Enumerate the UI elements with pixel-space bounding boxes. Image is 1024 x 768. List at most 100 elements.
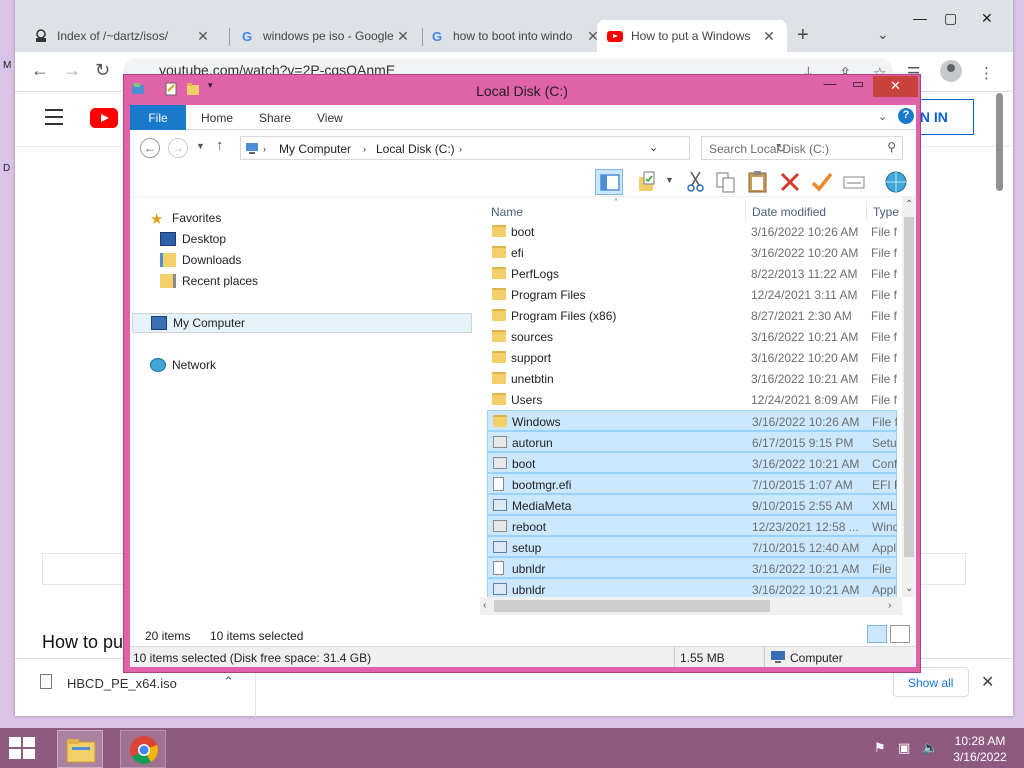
horizontal-scrollbar[interactable]: ‹ › <box>480 597 902 615</box>
breadcrumb-local-disk[interactable]: Local Disk (C:) <box>376 142 455 156</box>
preview-pane-icon[interactable] <box>595 169 623 195</box>
profile-avatar-icon[interactable] <box>940 60 962 82</box>
youtube-logo-icon[interactable] <box>90 108 118 128</box>
scroll-thumb[interactable] <box>494 600 770 612</box>
close-window-icon[interactable]: ✕ <box>981 10 993 27</box>
explorer-titlebar[interactable]: ▾ Local Disk (C:) — ▭ ✕ <box>124 75 920 105</box>
breadcrumb-my-computer[interactable]: My Computer <box>279 142 351 156</box>
network-tray-icon[interactable]: ▣ <box>898 740 910 756</box>
file-row[interactable]: unetbtin 3/16/2022 10:21 AM File f <box>487 368 897 389</box>
tab-search-chevron-icon[interactable]: ⌄ <box>877 26 889 43</box>
file-row[interactable]: setup 7/10/2015 12:40 AM Appl <box>487 536 897 557</box>
close-shelf-icon[interactable]: ✕ <box>981 672 994 692</box>
file-row[interactable]: bootmgr.efi 7/10/2015 1:07 AM EFI Fi <box>487 473 897 494</box>
minimize-icon[interactable]: — <box>818 76 842 96</box>
ribbon-tab-home[interactable]: Home <box>201 111 233 125</box>
file-row[interactable]: Users 12/24/2021 8:09 AM File f <box>487 389 897 410</box>
forward-arrow-icon[interactable]: → <box>63 60 81 81</box>
address-bar[interactable]: › My Computer › Local Disk (C:) › ⌄ ↻ <box>240 136 786 160</box>
file-row[interactable]: reboot 12/23/2021 12:58 ... Wind <box>487 515 897 536</box>
recent-locations-chevron-icon[interactable]: ▼ <box>196 141 205 151</box>
file-row[interactable]: MediaMeta 9/10/2015 2:55 AM XML <box>487 494 897 515</box>
download-filename[interactable]: HBCD_PE_x64.iso <box>67 676 177 691</box>
minimize-icon[interactable]: — <box>913 10 927 26</box>
tab-boot-into-windows[interactable]: G how to boot into windo ✕ <box>419 20 611 52</box>
scroll-thumb[interactable] <box>904 217 914 557</box>
help-icon[interactable]: ? <box>898 108 914 124</box>
volume-muted-icon[interactable]: 🔈 <box>922 740 938 756</box>
file-row[interactable]: support 3/16/2022 10:20 AM File f <box>487 347 897 368</box>
file-row[interactable]: Program Files (x86) 8/27/2021 2:30 AM File… <box>487 305 897 326</box>
nav-network[interactable]: Network <box>150 355 216 375</box>
search-input[interactable]: Search Local Disk (C:) ⚲ <box>701 136 903 160</box>
new-tab-button[interactable]: + <box>797 24 809 47</box>
maximize-icon[interactable]: ▢ <box>944 10 957 27</box>
column-date-modified[interactable]: Date modified <box>752 205 826 219</box>
scroll-up-icon[interactable]: ⌃ <box>905 199 913 210</box>
file-row[interactable]: efi 3/16/2022 10:20 AM File f <box>487 242 897 263</box>
vertical-scrollbar[interactable]: ⌃ ⌄ <box>902 197 916 597</box>
tab-index-isos[interactable]: Index of /~dartz/isos/ ✕ <box>23 20 221 52</box>
back-arrow-icon[interactable]: ← <box>31 60 49 81</box>
chevron-up-icon[interactable]: ⌃ <box>223 674 234 690</box>
nav-recent-places[interactable]: Recent places <box>160 271 258 291</box>
scroll-left-icon[interactable]: ‹ <box>483 600 486 611</box>
file-row[interactable]: PerfLogs 8/22/2013 11:22 AM File f <box>487 263 897 284</box>
file-row[interactable]: Windows 3/16/2022 10:26 AM File f <box>487 410 897 431</box>
large-icons-view-icon[interactable] <box>890 625 910 643</box>
ribbon-tab-file[interactable]: File <box>130 105 186 130</box>
details-view-icon[interactable] <box>867 625 887 643</box>
file-row[interactable]: boot 3/16/2022 10:21 AM Confi <box>487 452 897 473</box>
scroll-down-icon[interactable]: ⌄ <box>905 583 913 594</box>
search-icon[interactable]: ⚲ <box>887 140 896 154</box>
tab-youtube-active[interactable]: How to put a Windows ✕ <box>597 20 787 52</box>
ribbon-tab-share[interactable]: Share <box>259 111 291 125</box>
expand-ribbon-chevron-icon[interactable]: ⌄ <box>878 110 887 123</box>
file-row[interactable]: ubnldr 3/16/2022 10:21 AM Appl <box>487 578 897 597</box>
copy-icon[interactable] <box>712 169 740 195</box>
page-scrollbar[interactable] <box>995 93 1005 193</box>
file-row[interactable]: ubnldr 3/16/2022 10:21 AM File <box>487 557 897 578</box>
hamburger-menu-icon[interactable] <box>45 109 63 130</box>
close-tab-icon[interactable]: ✕ <box>395 28 411 45</box>
properties-icon[interactable] <box>635 169 663 195</box>
file-row[interactable]: autorun 6/17/2015 9:15 PM Setup <box>487 431 897 452</box>
paste-clipboard-icon[interactable] <box>744 169 772 195</box>
close-tab-icon[interactable]: ✕ <box>195 28 211 45</box>
network-globe-icon[interactable] <box>882 169 910 195</box>
breadcrumb-chevron-icon[interactable]: › <box>363 144 366 154</box>
nav-favorites[interactable]: ★ Favorites <box>150 208 221 228</box>
column-type[interactable]: Type <box>873 205 899 219</box>
rename-checkmark-icon[interactable] <box>808 169 836 195</box>
file-row[interactable]: Program Files 12/24/2021 3:11 AM File f <box>487 284 897 305</box>
file-row[interactable]: boot 3/16/2022 10:26 AM File f <box>487 221 897 242</box>
nav-downloads[interactable]: Downloads <box>160 250 241 270</box>
ribbon-tab-view[interactable]: View <box>317 111 343 125</box>
dropdown-chevron-icon[interactable]: ▼ <box>665 175 674 185</box>
breadcrumb-chevron-icon[interactable]: › <box>459 144 462 154</box>
nav-my-computer[interactable]: My Computer <box>132 313 472 333</box>
menu-kebab-icon[interactable]: ⋮ <box>979 64 994 82</box>
delete-x-icon[interactable] <box>776 169 804 195</box>
tab-windows-pe-iso[interactable]: G windows pe iso - Google ✕ <box>229 20 421 52</box>
address-history-chevron-icon[interactable]: ⌄ <box>649 141 658 154</box>
up-arrow-icon[interactable]: ↑ <box>216 137 224 154</box>
scroll-right-icon[interactable]: › <box>888 600 891 611</box>
forward-arrow-icon[interactable]: → <box>168 138 188 158</box>
back-arrow-icon[interactable]: ← <box>140 138 160 158</box>
breadcrumb-chevron-icon[interactable]: › <box>263 144 266 154</box>
maximize-icon[interactable]: ▭ <box>846 76 870 96</box>
taskbar-file-explorer-icon[interactable] <box>57 730 103 768</box>
column-divider[interactable] <box>866 201 867 221</box>
select-none-icon[interactable] <box>840 169 868 195</box>
nav-desktop[interactable]: Desktop <box>160 229 226 249</box>
reload-icon[interactable]: ↻ <box>95 60 110 81</box>
close-tab-icon[interactable]: ✕ <box>761 28 777 45</box>
column-name[interactable]: Name <box>491 205 523 219</box>
column-divider[interactable] <box>745 201 746 221</box>
windows-start-icon[interactable] <box>9 737 37 761</box>
file-row[interactable]: sources 3/16/2022 10:21 AM File f <box>487 326 897 347</box>
close-window-icon[interactable]: ✕ <box>873 76 918 97</box>
cut-scissors-icon[interactable] <box>682 169 710 195</box>
taskbar-clock[interactable]: 10:28 AM 3/16/2022 <box>945 733 1015 765</box>
